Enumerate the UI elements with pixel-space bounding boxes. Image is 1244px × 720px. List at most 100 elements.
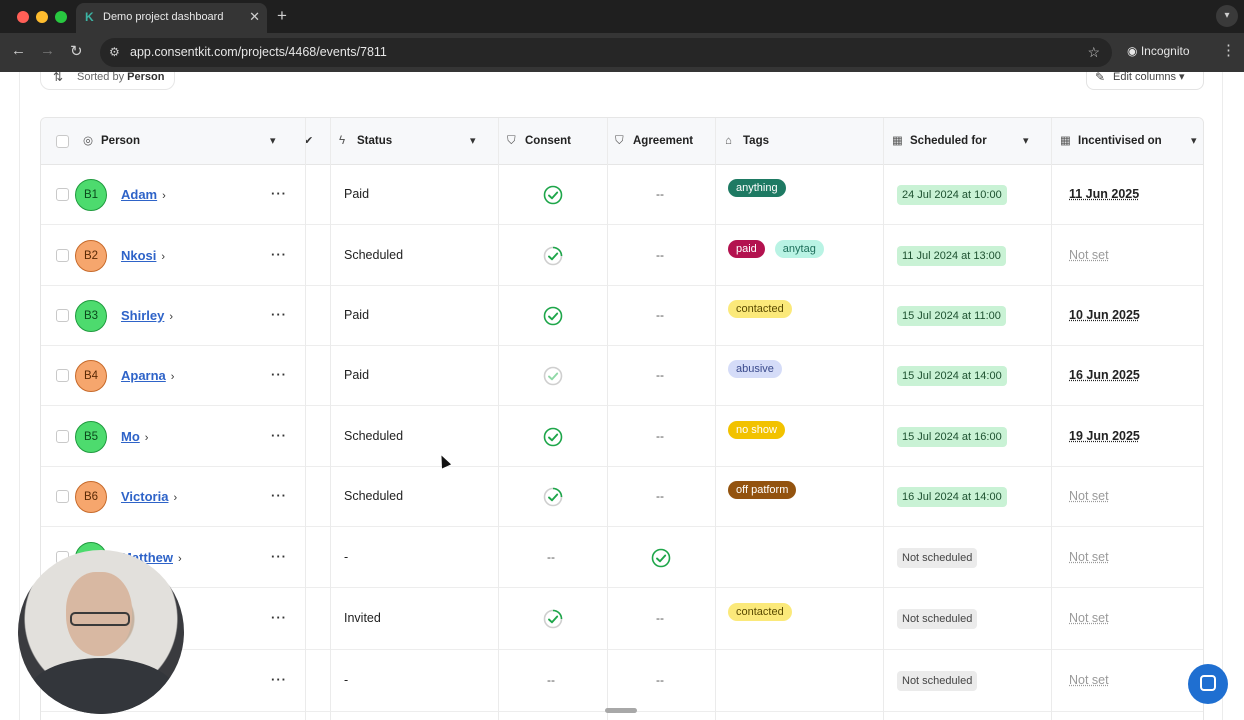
incentivised-on-value[interactable]: 16 Jun 2025 (1069, 368, 1140, 382)
table-row: B3 Shirley › ··· Paid -- contacted 15 Jul 2024 … (41, 286, 1203, 346)
chat-button[interactable] (1188, 664, 1228, 704)
scheduled-for-badge[interactable]: 16 Jul 2024 at 14:00 (897, 487, 1007, 507)
column-header-tags[interactable]: ⌂ Tags (725, 118, 769, 165)
tag-badge[interactable]: contacted (728, 603, 792, 621)
incentivised-on-value[interactable]: Not set (1069, 489, 1109, 503)
incentivised-on-value[interactable]: Not set (1069, 673, 1109, 687)
row-actions-button[interactable]: ··· (271, 672, 287, 687)
row-checkbox[interactable] (56, 309, 69, 322)
row-checkbox[interactable] (56, 188, 69, 201)
row-actions-button[interactable]: ··· (271, 186, 287, 201)
scheduled-for-badge[interactable]: Not scheduled (897, 547, 978, 568)
person-name: Adam (121, 187, 158, 202)
row-checkbox[interactable] (56, 490, 69, 503)
tag-badge[interactable]: no show (728, 420, 785, 439)
row-actions-button[interactable]: ··· (271, 428, 287, 443)
incentivised-on-value[interactable]: Not set (1069, 550, 1109, 564)
browser-menu-icon[interactable]: ⋮ (1221, 41, 1236, 59)
edit-columns-button[interactable]: ✎ Edit columns ▾ (1086, 72, 1204, 90)
tag-badge[interactable]: abusive (728, 360, 782, 378)
row-actions-button[interactable]: ··· (271, 307, 287, 322)
incentivised-on-value[interactable]: 10 Jun 2025 (1069, 308, 1140, 322)
address-bar[interactable]: ⚙ app.consentkit.com/projects/4468/event… (100, 38, 1112, 67)
row-actions-button[interactable]: ··· (271, 488, 287, 503)
scheduled-for-badge[interactable]: Not scheduled (897, 671, 978, 691)
check-circle-icon (543, 427, 563, 446)
sort-indicator[interactable]: ⇅ Sorted by Person (40, 72, 176, 90)
column-header-scheduled-for[interactable]: ▦ Scheduled for (892, 118, 987, 165)
tag-badge[interactable]: anything (728, 179, 786, 197)
table-row: ··· - -- -- Not scheduled Not set (41, 650, 1203, 712)
chevron-down-icon[interactable]: ▾ (470, 118, 476, 165)
browser-tab-bar: K Demo project dashboard ✕ + ▾ (0, 0, 1244, 33)
agreement-value: -- (656, 673, 664, 687)
left-gutter (0, 72, 20, 720)
tag-badge[interactable]: off patform (728, 481, 797, 499)
url-text: app.consentkit.com/projects/4468/events/… (130, 45, 387, 59)
chevron-down-icon[interactable]: ▾ (1191, 118, 1197, 165)
forward-icon[interactable]: → (40, 42, 55, 59)
close-window-button[interactable] (17, 11, 29, 23)
tag-badge[interactable]: contacted (728, 300, 792, 318)
chevron-down-icon[interactable]: ▾ (1023, 118, 1029, 165)
scheduled-for-badge[interactable]: Not scheduled (897, 609, 978, 629)
scrollbar-handle[interactable] (605, 708, 637, 713)
row-actions-button[interactable]: ··· (271, 367, 287, 382)
row-checkbox[interactable] (56, 429, 69, 443)
column-header-person[interactable]: ◎ Person (83, 118, 140, 165)
table-row: B1 Adam › ··· Paid -- anything 24 Jul 2024 at 1… (41, 165, 1203, 225)
row-actions-button[interactable]: ··· (271, 247, 287, 262)
tab-title: Demo project dashboard (103, 11, 224, 23)
incentivised-on-value[interactable]: 19 Jun 2025 (1069, 429, 1140, 443)
row-checkbox[interactable] (56, 369, 69, 382)
column-header-incentivised-on[interactable]: ▦ Incentivised on (1060, 118, 1162, 165)
column-header-status[interactable]: ϟ Status (339, 118, 392, 165)
tag-badge[interactable]: paid (728, 239, 765, 258)
person-name-link[interactable]: Mo › (121, 429, 148, 444)
person-name-link[interactable]: Victoria › (121, 489, 177, 504)
maximize-window-button[interactable] (55, 11, 67, 23)
agreement-value: -- (656, 308, 664, 322)
table-row: ··· Invited -- contacted Not scheduled Not se… (41, 588, 1203, 650)
close-tab-icon[interactable]: ✕ (249, 9, 260, 25)
chevron-down-icon[interactable]: ▾ (270, 118, 276, 165)
new-tab-button[interactable]: + (277, 6, 287, 26)
calendar-icon: ▦ (892, 135, 903, 147)
column-divider (330, 118, 331, 720)
bookmark-star-icon[interactable]: ☆ (1087, 44, 1100, 61)
scheduled-for-badge[interactable]: 11 Jul 2024 at 13:00 (897, 245, 1006, 266)
scheduled-for-badge[interactable]: 24 Jul 2024 at 10:00 (897, 185, 1007, 205)
back-icon[interactable]: ← (11, 42, 26, 59)
reload-icon[interactable]: ↻ (70, 42, 83, 60)
scheduled-for-badge[interactable]: 15 Jul 2024 at 11:00 (897, 306, 1006, 326)
site-info-icon[interactable]: ⚙ (109, 45, 120, 59)
tab-search-button[interactable]: ▾ (1216, 5, 1238, 27)
tag-badge[interactable]: anytag (774, 239, 824, 258)
scheduled-for-badge[interactable]: 15 Jul 2024 at 14:00 (897, 366, 1007, 386)
scheduled-for-badge[interactable]: 15 Jul 2024 at 16:00 (897, 426, 1007, 447)
person-name-link[interactable]: Nkosi › (121, 248, 165, 263)
column-header-consent[interactable]: ⛉ Consent (507, 118, 571, 165)
incognito-indicator[interactable]: ◉ Incognito (1127, 44, 1190, 58)
incentivised-on-value[interactable]: Not set (1069, 248, 1109, 262)
person-name-link[interactable]: Aparna › (121, 368, 174, 383)
incentivised-on-value[interactable]: 11 Jun 2025 (1069, 187, 1139, 201)
minimize-window-button[interactable] (36, 11, 48, 23)
person-name: Shirley (121, 308, 165, 323)
browser-tab[interactable]: K Demo project dashboard ✕ (76, 3, 267, 33)
status-text: Invited (344, 611, 381, 625)
column-header-agreement[interactable]: ⛉ Agreement (615, 118, 693, 165)
tag-icon: ⌂ (725, 135, 732, 147)
row-actions-button[interactable]: ··· (271, 610, 287, 625)
agreement-value: -- (656, 428, 664, 443)
person-name: Mo (121, 428, 140, 444)
row-checkbox[interactable] (56, 248, 69, 262)
row-actions-button[interactable]: ··· (271, 549, 287, 564)
person-name-link[interactable]: Shirley › (121, 308, 173, 323)
column-divider (883, 118, 884, 720)
consentkit-logo-icon: K (85, 10, 94, 24)
select-all-checkbox[interactable] (56, 135, 69, 148)
column-divider (1051, 118, 1052, 720)
person-name-link[interactable]: Adam › (121, 187, 166, 202)
incentivised-on-value[interactable]: Not set (1069, 611, 1109, 625)
